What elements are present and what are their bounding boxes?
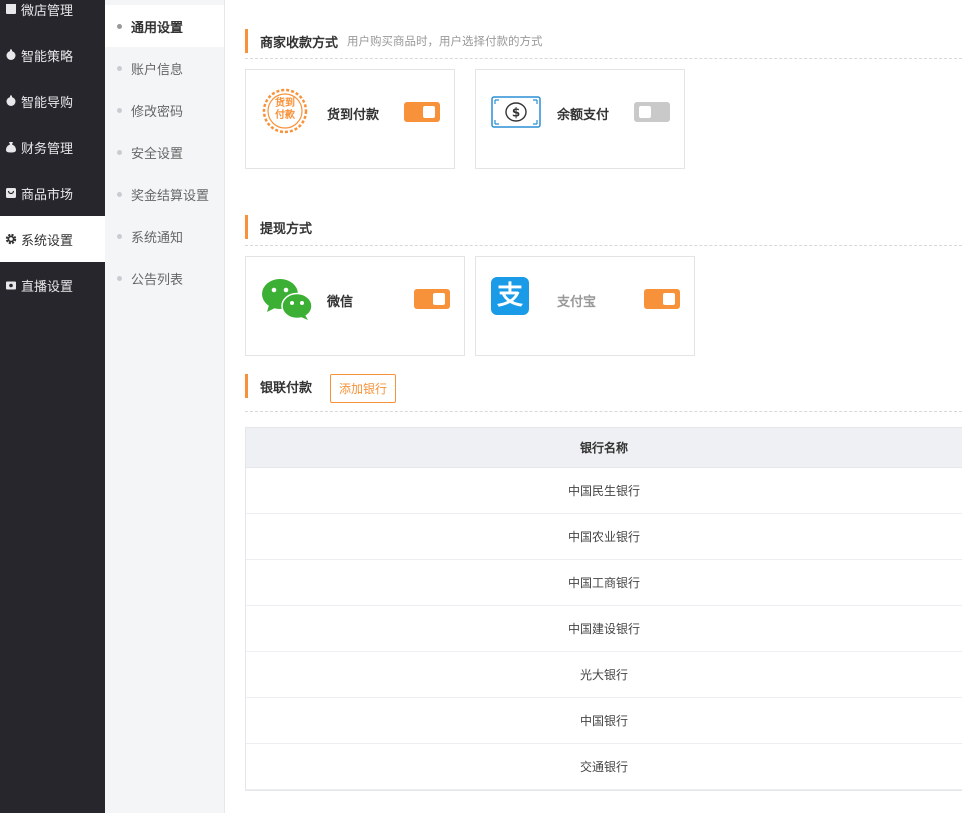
table-row: 中国建设银行 bbox=[246, 606, 962, 652]
section-header-withdraw: 提现方式 bbox=[245, 215, 962, 239]
table-header: 银行名称 bbox=[246, 428, 962, 468]
toggle-knob bbox=[433, 293, 445, 305]
payment-card-cod: 货到 付款 货到付款 bbox=[245, 69, 455, 169]
subnav-item-label: 安全设置 bbox=[131, 146, 184, 162]
stamp-text: 付款 bbox=[275, 110, 295, 121]
section-title: 提现方式 bbox=[260, 221, 313, 237]
section-header-unionpay: 银联付款 bbox=[245, 374, 325, 398]
table-row: 光大银行 bbox=[246, 652, 962, 698]
guide-icon bbox=[5, 95, 17, 107]
cod-toggle[interactable] bbox=[404, 102, 440, 122]
bullet-icon bbox=[117, 233, 122, 239]
withdraw-card-wechat: 微信 bbox=[245, 256, 465, 356]
shop-icon bbox=[5, 3, 17, 15]
section-header-payment: 商家收款方式 用户购买商品时，用户选择付款的方式 bbox=[245, 29, 962, 53]
toggle-knob bbox=[639, 106, 651, 118]
main-sidebar: 微店管理 智能策略 智能导购 财务管理 商品市场 系统设置 直播设置 bbox=[0, 0, 105, 813]
withdraw-card-label: 微信 bbox=[327, 295, 354, 310]
bullet-icon bbox=[117, 191, 122, 197]
sidebar-item-label: 微店管理 bbox=[21, 3, 74, 19]
subnav-item-label: 通用设置 bbox=[131, 20, 184, 36]
settings-subnav: 通用设置 账户信息 修改密码 安全设置 奖金结算设置 系统通知 公告列表 bbox=[105, 0, 225, 813]
bullet-icon bbox=[117, 149, 122, 155]
subnav-item-notices[interactable]: 系统通知 bbox=[105, 215, 224, 257]
sidebar-item-shop[interactable]: 微店管理 bbox=[0, 0, 105, 32]
sidebar-item-label: 系统设置 bbox=[21, 233, 74, 249]
subnav-item-general[interactable]: 通用设置 bbox=[105, 5, 224, 47]
bullet-icon bbox=[117, 275, 122, 281]
bullet-icon bbox=[117, 107, 122, 113]
subnav-item-account[interactable]: 账户信息 bbox=[105, 47, 224, 89]
withdraw-card-alipay: 支 支付宝 bbox=[475, 256, 695, 356]
divider bbox=[245, 411, 962, 412]
section-title: 商家收款方式 bbox=[260, 35, 339, 51]
subnav-item-label: 公告列表 bbox=[131, 272, 184, 288]
balance-toggle[interactable] bbox=[634, 102, 670, 122]
sidebar-item-market[interactable]: 商品市场 bbox=[0, 170, 105, 216]
table-row: 交通银行 bbox=[246, 744, 962, 790]
table-row: 中国银行 bbox=[246, 698, 962, 744]
gear-icon bbox=[5, 233, 17, 245]
section-title: 银联付款 bbox=[260, 380, 313, 396]
subnav-item-announcements[interactable]: 公告列表 bbox=[105, 257, 224, 299]
sidebar-item-live[interactable]: 直播设置 bbox=[0, 262, 105, 308]
bullet-icon bbox=[117, 23, 122, 29]
alipay-toggle[interactable] bbox=[644, 289, 680, 309]
svg-text:$: $ bbox=[512, 106, 520, 120]
table-row: 中国工商银行 bbox=[246, 560, 962, 606]
alipay-glyph: 支 bbox=[496, 281, 523, 311]
sidebar-item-guide[interactable]: 智能导购 bbox=[0, 78, 105, 124]
section-subtitle: 用户购买商品时，用户选择付款的方式 bbox=[347, 34, 543, 48]
divider bbox=[245, 245, 962, 246]
divider bbox=[245, 58, 962, 59]
cash-note-icon: $ bbox=[491, 96, 541, 128]
table-row: 中国农业银行 bbox=[246, 514, 962, 560]
sidebar-item-system-settings[interactable]: 系统设置 bbox=[0, 216, 105, 262]
wechat-icon bbox=[261, 277, 313, 321]
subnav-item-label: 修改密码 bbox=[131, 104, 184, 120]
subnav-item-label: 奖金结算设置 bbox=[131, 188, 210, 204]
stamp-text: 货到 bbox=[275, 98, 295, 109]
payment-card-balance: $ 余额支付 bbox=[475, 69, 685, 169]
sidebar-item-label: 智能策略 bbox=[21, 49, 74, 65]
subnav-item-label: 账户信息 bbox=[131, 62, 184, 78]
cod-stamp-icon: 货到 付款 bbox=[262, 88, 308, 134]
subnav-item-password[interactable]: 修改密码 bbox=[105, 89, 224, 131]
strategy-icon bbox=[5, 49, 17, 61]
alipay-icon: 支 bbox=[491, 277, 529, 315]
market-icon bbox=[5, 187, 17, 199]
live-icon bbox=[5, 279, 17, 291]
add-bank-button[interactable]: 添加银行 bbox=[330, 374, 396, 403]
subnav-item-label: 系统通知 bbox=[131, 230, 184, 246]
sidebar-item-label: 直播设置 bbox=[21, 279, 74, 295]
bank-table: 银行名称 中国民生银行 中国农业银行 中国工商银行 中国建设银行 光大银行 中国… bbox=[245, 427, 962, 791]
payment-card-label: 货到付款 bbox=[327, 108, 380, 123]
sidebar-item-finance[interactable]: 财务管理 bbox=[0, 124, 105, 170]
table-row: 中国民生银行 bbox=[246, 468, 962, 514]
toggle-knob bbox=[663, 293, 675, 305]
wechat-toggle[interactable] bbox=[414, 289, 450, 309]
toggle-knob bbox=[423, 106, 435, 118]
sidebar-item-label: 智能导购 bbox=[21, 95, 74, 111]
sidebar-item-strategy[interactable]: 智能策略 bbox=[0, 32, 105, 78]
subnav-item-bonus[interactable]: 奖金结算设置 bbox=[105, 173, 224, 215]
sidebar-item-label: 商品市场 bbox=[21, 187, 74, 203]
money-bag-icon bbox=[5, 141, 17, 153]
payment-card-label: 余额支付 bbox=[557, 108, 610, 123]
bullet-icon bbox=[117, 65, 122, 71]
withdraw-card-label: 支付宝 bbox=[557, 295, 597, 310]
subnav-item-security[interactable]: 安全设置 bbox=[105, 131, 224, 173]
sidebar-item-label: 财务管理 bbox=[21, 141, 74, 157]
main-content: 商家收款方式 用户购买商品时，用户选择付款的方式 货到 付款 货到付款 $ 余额… bbox=[245, 0, 962, 813]
